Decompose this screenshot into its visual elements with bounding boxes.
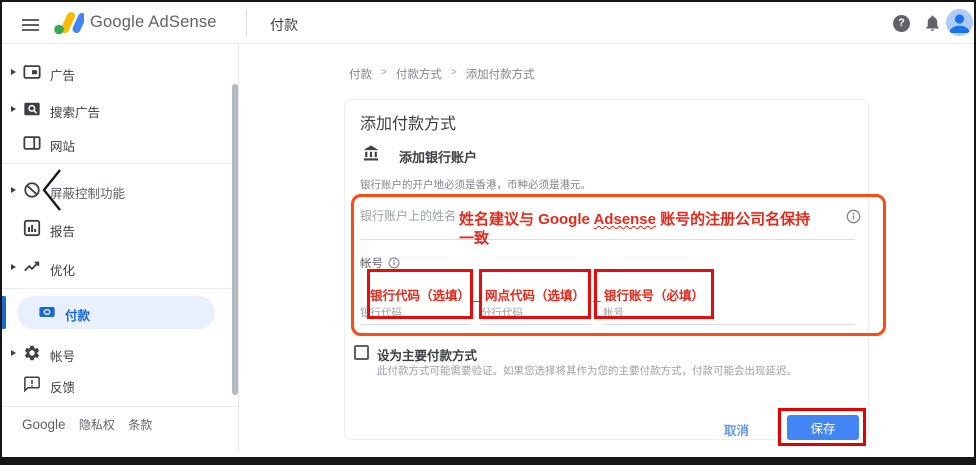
annotation-bank-code-box: 银行代码（选填）: [367, 269, 473, 319]
sidebar-item-search-ads[interactable]: 搜索广告: [2, 94, 239, 124]
info-icon[interactable]: [388, 257, 400, 269]
privacy-link[interactable]: 隐私权: [79, 418, 115, 432]
primary-method-description: 此付款方式可能需要验证。如果您选择将其作为您的主要付款方式，付款可能会出现延迟。: [377, 363, 797, 378]
notifications-bell-icon[interactable]: [923, 13, 942, 33]
sidebar-scrollbar[interactable]: [232, 84, 238, 395]
primary-method-checkbox[interactable]: [354, 345, 369, 360]
sidebar-item-blocking-controls[interactable]: 屏蔽控制功能: [2, 175, 239, 205]
annotation-tip-text: 姓名建议与 Google: [459, 211, 593, 228]
sidebar-divider: [2, 288, 239, 289]
search-ads-icon: [23, 100, 41, 118]
sidebar-item-ads[interactable]: 广告: [2, 57, 239, 87]
google-wordmark: Google: [22, 417, 66, 432]
avatar[interactable]: [946, 9, 973, 36]
cancel-button[interactable]: 取消: [724, 420, 749, 439]
sidebar-footer: Google 隐私权 条款: [22, 416, 162, 433]
sidebar-item-label: 网站: [50, 136, 75, 155]
sidebar-item-label: 付款: [65, 305, 90, 324]
block-icon: [23, 181, 41, 199]
menu-icon[interactable]: [22, 16, 39, 34]
active-item-bar: [2, 296, 6, 329]
annotation-account-number-box: 银行账号（必填）: [594, 269, 714, 319]
sidebar-item-label: 搜索广告: [50, 102, 100, 121]
optimization-icon: [23, 258, 41, 276]
bank-requirement-note: 银行账户的开户地必须是香港，币种必须是港元。: [360, 177, 591, 192]
add-payment-method-card: 添加付款方式 添加银行账户 银行账户的开户地必须是香港，币种必须是港元。 银行账…: [344, 99, 869, 440]
feedback-icon: [23, 375, 41, 393]
sidebar-divider: [2, 406, 239, 407]
annotation-chevron-icon: [40, 168, 64, 212]
sidebar-item-label: 优化: [50, 260, 75, 279]
gear-icon: [23, 344, 41, 362]
form-title: 添加付款方式: [360, 110, 456, 134]
bank-icon: [361, 143, 381, 163]
save-button[interactable]: 保存: [787, 415, 859, 440]
expand-arrow-icon[interactable]: [11, 187, 16, 193]
terms-link[interactable]: 条款: [128, 418, 152, 432]
sidebar-item-label: 反馈: [50, 377, 75, 396]
primary-method-label: 设为主要付款方式: [377, 345, 477, 364]
topbar-divider: [246, 10, 247, 37]
expand-arrow-icon[interactable]: [11, 264, 16, 270]
adsense-logo-icon: [52, 10, 84, 36]
sidebar-item-label: 广告: [50, 65, 75, 84]
breadcrumb-payment-methods[interactable]: 付款方式: [396, 66, 442, 82]
annotation-branch-code-box: 网点代码（选填）: [479, 269, 591, 319]
breadcrumb-separator: >: [381, 66, 387, 82]
reports-icon: [23, 219, 41, 237]
expand-arrow-icon[interactable]: [11, 69, 16, 75]
breadcrumb-add-payment-method: 添加付款方式: [466, 66, 535, 82]
adsense-window: Google AdSense 付款 ? 广告 搜索广告: [0, 0, 976, 465]
sidebar-item-account[interactable]: 帐号: [2, 338, 239, 368]
sidebar-item-label: 帐号: [50, 346, 75, 365]
payments-icon: [38, 303, 56, 321]
annotation-name-tip: 姓名建议与 Google Adsense 账号的注册公司名保持一致: [459, 210, 821, 248]
brand-name: Google AdSense: [90, 13, 217, 32]
page-title: 付款: [270, 15, 298, 35]
sidebar-divider: [2, 163, 239, 164]
breadcrumb-payments[interactable]: 付款: [349, 66, 372, 82]
sites-icon: [23, 134, 41, 152]
sidebar-item-reports[interactable]: 报告: [2, 213, 239, 243]
sidebar-item-label: 报告: [50, 221, 75, 240]
ads-icon: [23, 63, 41, 81]
bank-section-title: 添加银行账户: [399, 147, 477, 166]
sidebar-item-optimization[interactable]: 优化: [2, 252, 239, 282]
sidebar-item-payments[interactable]: 付款: [17, 296, 215, 329]
breadcrumb: 付款 > 付款方式 > 添加付款方式: [349, 66, 535, 82]
expand-arrow-icon[interactable]: [11, 106, 16, 112]
sidebar-item-sites[interactable]: 网站: [2, 128, 239, 158]
sidebar-item-feedback[interactable]: 反馈: [2, 369, 239, 399]
expand-arrow-icon[interactable]: [11, 350, 16, 356]
account-holder-name-label: 银行账户上的姓名: [360, 207, 456, 224]
help-icon[interactable]: ?: [893, 15, 910, 32]
breadcrumb-separator: >: [451, 66, 457, 82]
annotation-tip-misspelled-word: Adsense: [593, 211, 656, 228]
info-icon[interactable]: [846, 209, 861, 224]
avatar-person-icon: [946, 9, 973, 36]
